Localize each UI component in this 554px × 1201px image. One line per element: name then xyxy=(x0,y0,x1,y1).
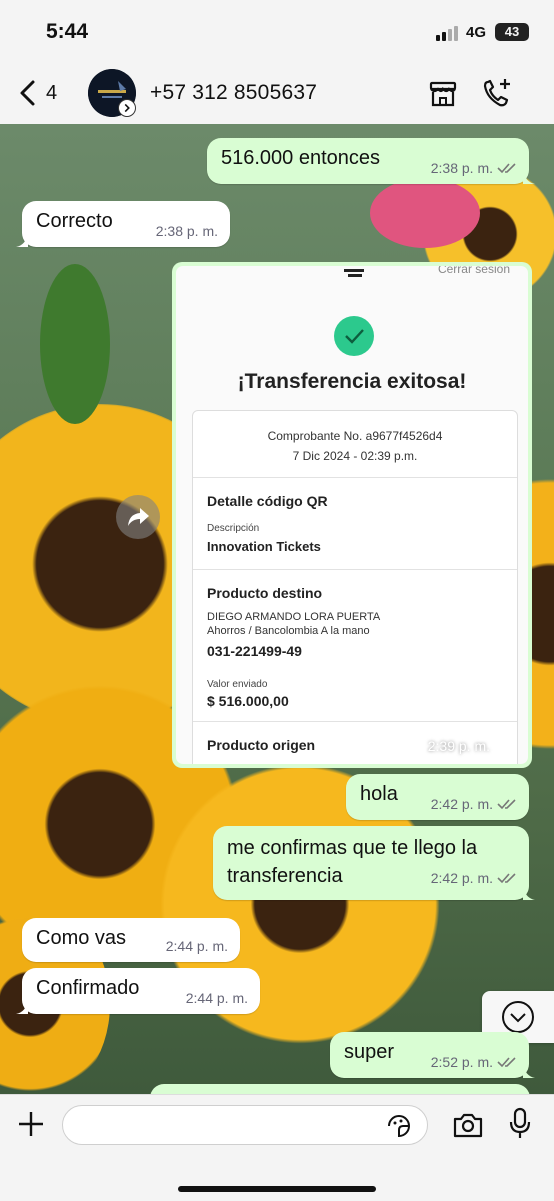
message-text: super xyxy=(344,1041,395,1063)
message-meta: 2:52 p. m. xyxy=(431,1054,517,1070)
message-text: Como vas xyxy=(36,927,127,949)
wallpaper-leaf xyxy=(40,264,110,424)
receipt-date: 7 Dic 2024 - 02:39 p.m. xyxy=(292,449,418,463)
signal-icon xyxy=(436,26,458,41)
battery-icon: 43 xyxy=(495,23,529,41)
message-meta: 2:44 p. m. xyxy=(186,990,248,1006)
sent-value: $ 516.000,00 xyxy=(207,693,289,709)
destination-heading: Producto destino xyxy=(207,585,323,601)
message-meta: 2:39 p. m. xyxy=(428,738,514,754)
unread-count[interactable]: 4 xyxy=(46,82,57,105)
wallpaper-flower xyxy=(370,178,480,248)
destination-account: 031-221499-49 xyxy=(207,643,302,659)
shop-icon[interactable] xyxy=(426,76,460,110)
forward-arrow-icon xyxy=(128,508,149,526)
status-time: 5:44 xyxy=(46,20,89,43)
success-check-icon xyxy=(334,316,374,356)
receipt-image[interactable]: Cerrar sesión ¡Transferencia exitosa! Co… xyxy=(176,266,528,764)
message-text: Confirmado xyxy=(36,977,140,999)
contact-name[interactable]: +57 312 8505637 xyxy=(150,81,317,105)
description-label: Descripción xyxy=(207,523,260,534)
message-outgoing[interactable]: 516.000 entonces 2:38 p. m. xyxy=(207,138,535,184)
message-text-line: me confirmas que te llego la xyxy=(227,837,478,859)
chat-header: 4 +57 312 8505637 xyxy=(0,62,554,124)
origin-heading: Producto origen xyxy=(207,737,316,753)
message-outgoing[interactable]: hola 2:42 p. m. xyxy=(346,774,529,820)
message-text: Correcto xyxy=(36,210,113,232)
microphone-icon[interactable] xyxy=(508,1107,532,1141)
read-ticks-icon xyxy=(497,163,516,174)
receipt-logout-text: Cerrar sesión xyxy=(437,266,510,276)
bubble-tail xyxy=(523,170,535,184)
network-type: 4G xyxy=(466,24,487,41)
message-outgoing[interactable]: me confirmas que te llego la transferenc… xyxy=(213,826,535,900)
receipt-voucher: Comprobante No. a9677f4526d4 xyxy=(267,429,443,443)
bubble-tail xyxy=(523,1064,535,1078)
message-text: hola xyxy=(360,783,398,805)
message-text: 516.000 entonces xyxy=(221,147,381,169)
message-composer xyxy=(0,1094,554,1201)
bubble-tail xyxy=(16,1000,28,1014)
plus-icon[interactable] xyxy=(16,1109,46,1139)
home-indicator xyxy=(178,1186,376,1192)
bubble-tail xyxy=(16,233,28,247)
read-ticks-icon xyxy=(497,1057,516,1068)
message-incoming[interactable]: Correcto 2:38 p. m. xyxy=(16,201,230,247)
read-ticks-icon xyxy=(497,873,516,884)
message-outgoing[interactable]: super 2:52 p. m. xyxy=(330,1032,535,1078)
message-time: 2:38 p. m. xyxy=(430,160,493,176)
bubble-tail xyxy=(523,886,535,900)
image-message[interactable]: Cerrar sesión ¡Transferencia exitosa! Co… xyxy=(172,262,532,768)
message-time: 2:42 p. m. xyxy=(430,870,493,886)
read-ticks-icon xyxy=(494,741,513,752)
message-time: 2:52 p. m. xyxy=(430,1054,493,1070)
message-meta: 2:42 p. m. xyxy=(431,864,517,892)
message-time: 2:38 p. m. xyxy=(155,223,218,239)
message-meta: 2:44 p. m. xyxy=(166,938,228,954)
read-ticks-icon xyxy=(497,799,516,810)
status-bar: 5:44 4G 43 xyxy=(0,0,554,62)
receipt-title: ¡Transferencia exitosa! xyxy=(237,370,467,393)
message-time: 2:39 p. m. xyxy=(427,738,490,754)
message-input[interactable] xyxy=(62,1105,428,1145)
message-time: 2:42 p. m. xyxy=(430,796,493,812)
back-chevron-icon[interactable] xyxy=(14,78,44,108)
sticker-icon[interactable] xyxy=(386,1113,412,1139)
destination-account-type: Ahorros / Bancolombia A la mano xyxy=(207,625,370,637)
message-meta: 2:42 p. m. xyxy=(431,796,517,812)
sent-value-label: Valor enviado xyxy=(207,679,268,690)
message-meta: 2:38 p. m. xyxy=(431,160,517,176)
receipt-card: Comprobante No. a9677f4526d4 7 Dic 2024 … xyxy=(192,410,518,764)
divider xyxy=(193,569,517,570)
status-chevron-icon xyxy=(118,99,136,117)
message-time: 2:44 p. m. xyxy=(185,990,248,1006)
bank-logo-icon xyxy=(344,269,364,277)
message-incoming[interactable]: Confirmado 2:44 p. m. xyxy=(16,968,260,1014)
message-time: 2:44 p. m. xyxy=(165,938,228,954)
divider xyxy=(193,721,517,722)
qr-detail-heading: Detalle código QR xyxy=(207,493,328,509)
destination-name: DIEGO ARMANDO LORA PUERTA xyxy=(207,611,381,623)
call-add-icon[interactable] xyxy=(480,76,514,110)
camera-icon[interactable] xyxy=(452,1111,484,1139)
divider xyxy=(193,477,517,478)
message-meta: 2:38 p. m. xyxy=(156,223,218,239)
forward-button[interactable] xyxy=(116,495,160,539)
description-value: Innovation Tickets xyxy=(207,539,321,554)
message-incoming[interactable]: Como vas 2:44 p. m. xyxy=(22,918,240,962)
